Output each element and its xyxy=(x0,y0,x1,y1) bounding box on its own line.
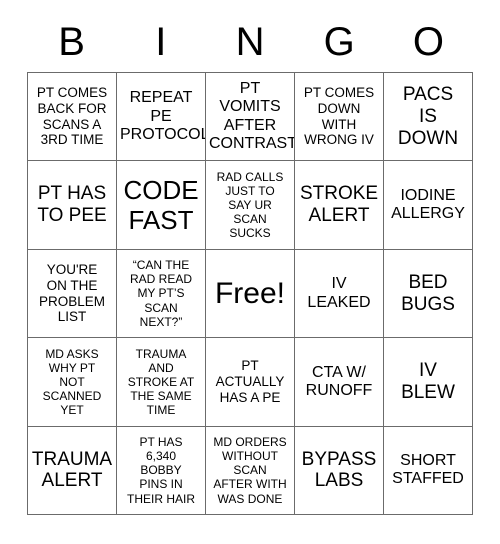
bingo-cell[interactable]: PT HAS 6,340 BOBBY PINS IN THEIR HAIR xyxy=(117,426,206,516)
bingo-cell[interactable]: PT COMES BACK FOR SCANS A 3RD TIME xyxy=(28,73,117,162)
bingo-row: PT HAS TO PEE CODE FAST RAD CALLS JUST T… xyxy=(28,161,473,250)
header-letter-b: B xyxy=(58,20,85,64)
header-letter-o: O xyxy=(412,20,444,64)
bingo-cell[interactable]: “CAN THE RAD READ MY PT’S SCAN NEXT?” xyxy=(117,249,206,339)
bingo-header: B I N G O xyxy=(27,14,473,70)
bingo-row: MD ASKS WHY PT NOT SCANNED YET TRAUMA AN… xyxy=(28,338,473,427)
bingo-cell[interactable]: PT HAS TO PEE xyxy=(28,161,117,250)
bingo-grid: PT COMES BACK FOR SCANS A 3RD TIME REPEA… xyxy=(27,72,473,516)
bingo-cell[interactable]: TRAUMA AND STROKE AT THE SAME TIME xyxy=(117,338,206,427)
bingo-cell-label: IV LEAKED xyxy=(307,275,371,311)
bingo-cell[interactable]: IODINE ALLERGY xyxy=(384,161,473,250)
bingo-cell-label: PT ACTUALLY HAS A PE xyxy=(215,358,285,405)
header-letter-n: N xyxy=(235,20,265,64)
bingo-cell[interactable]: CTA W/ RUNOFF xyxy=(295,338,384,427)
bingo-cell-label: PT COMES BACK FOR SCANS A 3RD TIME xyxy=(36,85,108,148)
bingo-cell-label: BYPASS LABS xyxy=(301,448,377,492)
header-letter-g: G xyxy=(323,20,355,64)
bingo-cell-label: TRAUMA ALERT xyxy=(31,448,113,492)
bingo-cell-label: STROKE ALERT xyxy=(299,183,379,227)
bingo-cell-label: RAD CALLS JUST TO SAY UR SCAN SUCKS xyxy=(216,169,284,241)
bingo-card: B I N G O PT COMES BACK FOR SCANS A 3RD … xyxy=(0,0,500,544)
bingo-cell-label: CODE FAST xyxy=(123,174,199,236)
bingo-cell[interactable]: PT VOMITS AFTER CONTRAST xyxy=(206,73,295,162)
bingo-row: TRAUMA ALERT PT HAS 6,340 BOBBY PINS IN … xyxy=(28,426,473,516)
bingo-cell-label: MD ASKS WHY PT NOT SCANNED YET xyxy=(42,346,102,418)
bingo-cell[interactable]: IV BLEW xyxy=(384,338,473,427)
bingo-cell[interactable]: BYPASS LABS xyxy=(295,426,384,516)
bingo-row: PT COMES BACK FOR SCANS A 3RD TIME REPEA… xyxy=(28,73,473,162)
bingo-cell[interactable]: PACS IS DOWN xyxy=(384,73,473,162)
bingo-cell-label: IODINE ALLERGY xyxy=(391,186,465,223)
bingo-cell-label: PT HAS TO PEE xyxy=(37,183,107,227)
bingo-cell-label: REPEAT PE PROTOCOL xyxy=(120,89,206,143)
bingo-cell[interactable]: IV LEAKED xyxy=(295,249,384,339)
bingo-cell[interactable]: REPEAT PE PROTOCOL xyxy=(117,73,206,162)
bingo-cell-label: CTA W/ RUNOFF xyxy=(305,363,373,399)
bingo-cell-label: PT COMES DOWN WITH WRONG IV xyxy=(303,85,375,148)
bingo-cell[interactable]: MD ORDERS WITHOUT SCAN AFTER WITH WAS DO… xyxy=(206,426,295,516)
bingo-cell-label: SHORT STAFFED xyxy=(392,452,464,488)
bingo-cell[interactable]: RAD CALLS JUST TO SAY UR SCAN SUCKS xyxy=(206,161,295,250)
bingo-cell[interactable]: PT COMES DOWN WITH WRONG IV xyxy=(295,73,384,162)
bingo-cell-label: IV BLEW xyxy=(401,360,455,403)
bingo-cell[interactable]: STROKE ALERT xyxy=(295,161,384,250)
bingo-cell-label: PT VOMITS AFTER CONTRAST xyxy=(209,80,295,152)
bingo-cell[interactable]: TRAUMA ALERT xyxy=(28,426,117,516)
bingo-cell[interactable]: PT ACTUALLY HAS A PE xyxy=(206,338,295,427)
bingo-cell[interactable]: MD ASKS WHY PT NOT SCANNED YET xyxy=(28,338,117,427)
bingo-cell[interactable]: BED BUGS xyxy=(384,249,473,339)
bingo-row: YOU'RE ON THE PROBLEM LIST “CAN THE RAD … xyxy=(28,249,473,339)
bingo-cell-label: PT HAS 6,340 BOBBY PINS IN THEIR HAIR xyxy=(126,434,195,506)
bingo-cell-label: “CAN THE RAD READ MY PT’S SCAN NEXT?” xyxy=(129,258,192,329)
bingo-cell-label: TRAUMA AND STROKE AT THE SAME TIME xyxy=(127,346,195,418)
bingo-cell-label: YOU'RE ON THE PROBLEM LIST xyxy=(38,262,106,325)
bingo-cell-label: BED BUGS xyxy=(401,271,455,315)
bingo-cell[interactable]: YOU'RE ON THE PROBLEM LIST xyxy=(28,249,117,339)
bingo-cell-label: MD ORDERS WITHOUT SCAN AFTER WITH WAS DO… xyxy=(213,434,287,506)
bingo-cell[interactable]: CODE FAST xyxy=(117,161,206,250)
bingo-cell-free-space[interactable]: Free! xyxy=(206,249,295,339)
header-letter-i: I xyxy=(155,20,167,64)
bingo-free-space-label: Free! xyxy=(214,277,286,311)
bingo-cell-label: PACS IS DOWN xyxy=(397,84,459,149)
bingo-cell[interactable]: SHORT STAFFED xyxy=(384,426,473,516)
